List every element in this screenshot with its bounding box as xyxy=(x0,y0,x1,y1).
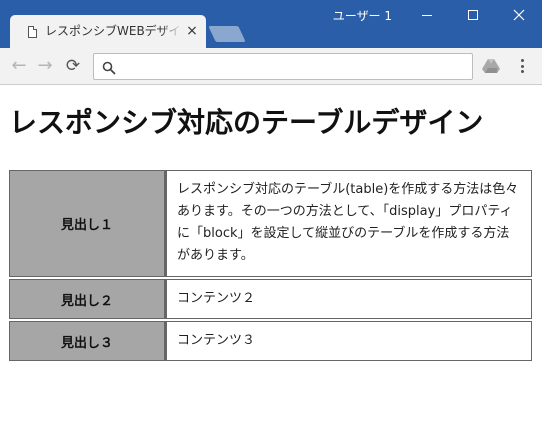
back-icon[interactable]: ← xyxy=(7,54,31,78)
forward-icon[interactable]: → xyxy=(33,54,57,78)
window-user-label[interactable]: ユーザー 1 xyxy=(333,8,392,24)
browser-menu-icon[interactable] xyxy=(514,57,530,75)
browser-tab[interactable]: レスポンシブWEBデザイン入門 × xyxy=(10,15,206,48)
search-icon xyxy=(102,61,116,75)
reload-icon[interactable]: ⟳ xyxy=(61,54,85,78)
google-drive-icon[interactable] xyxy=(482,58,500,74)
menu-dot xyxy=(520,64,524,68)
minimize-button[interactable] xyxy=(404,0,450,30)
maximize-icon xyxy=(468,10,478,20)
address-input[interactable] xyxy=(122,57,466,76)
table-row-header: 見出し３ xyxy=(9,321,165,361)
close-icon xyxy=(513,9,525,21)
table-row: 見出し１ レスポンシブ対応のテーブル(table)を作成する方法は色々あります。… xyxy=(9,170,532,277)
content-table: 見出し１ レスポンシブ対応のテーブル(table)を作成する方法は色々あります。… xyxy=(9,168,532,363)
window-titlebar: ユーザー 1 レスポンシブWEBデザイン入門 × xyxy=(0,0,542,48)
minimize-icon xyxy=(422,14,432,16)
table-cell: レスポンシブ対応のテーブル(table)を作成する方法は色々あります。その一つの… xyxy=(165,170,532,277)
tab-close-icon[interactable]: × xyxy=(185,24,199,38)
table-row: 見出し２ コンテンツ２ xyxy=(9,279,532,319)
menu-dot xyxy=(520,59,524,62)
table-cell: コンテンツ２ xyxy=(165,279,532,319)
address-bar[interactable] xyxy=(93,53,473,80)
close-window-button[interactable] xyxy=(496,0,542,30)
new-tab-button[interactable] xyxy=(208,26,246,42)
browser-toolbar: ← → ⟳ xyxy=(0,48,542,85)
menu-dot xyxy=(520,70,524,73)
page-title: レスポンシブ対応のテーブルデザイン xyxy=(9,106,484,139)
table-row-header: 見出し２ xyxy=(9,279,165,319)
tab-title-fade xyxy=(160,21,182,43)
table-cell: コンテンツ３ xyxy=(165,321,532,361)
table-row-header: 見出し１ xyxy=(9,170,165,277)
document-icon xyxy=(28,26,37,38)
table-row: 見出し３ コンテンツ３ xyxy=(9,321,532,361)
maximize-button[interactable] xyxy=(450,0,496,30)
